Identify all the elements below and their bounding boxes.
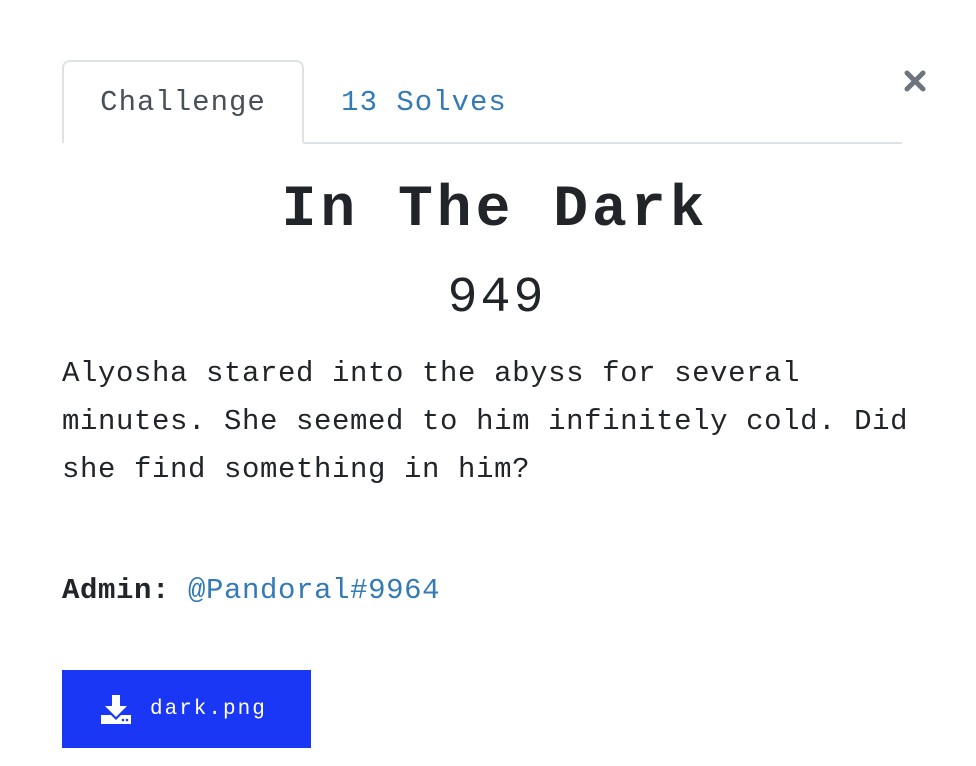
download-icon (101, 695, 131, 724)
admin-contact-link[interactable]: @Pandoral#9964 (188, 574, 440, 607)
challenge-modal: Challenge 13 Solves In The Dark 949 Alyo… (0, 0, 976, 766)
close-icon (904, 70, 926, 92)
tab-challenge-label: Challenge (100, 85, 266, 119)
challenge-points: 949 (447, 270, 547, 327)
challenge-title: In The Dark (281, 178, 709, 243)
download-file-name: dark.png (150, 697, 267, 721)
download-file-button[interactable]: dark.png (62, 670, 311, 748)
challenge-description: Alyosha stared into the abyss for severa… (62, 357, 909, 486)
close-button[interactable] (900, 66, 930, 96)
tab-solves[interactable]: 13 Solves (304, 60, 544, 144)
admin-info: Admin: @Pandoral#9964 (62, 574, 440, 607)
challenge-tabs: Challenge 13 Solves (62, 60, 902, 144)
tab-challenge[interactable]: Challenge (62, 60, 304, 144)
admin-label: Admin: (62, 574, 171, 607)
tab-solves-label: 13 Solves (341, 85, 507, 119)
